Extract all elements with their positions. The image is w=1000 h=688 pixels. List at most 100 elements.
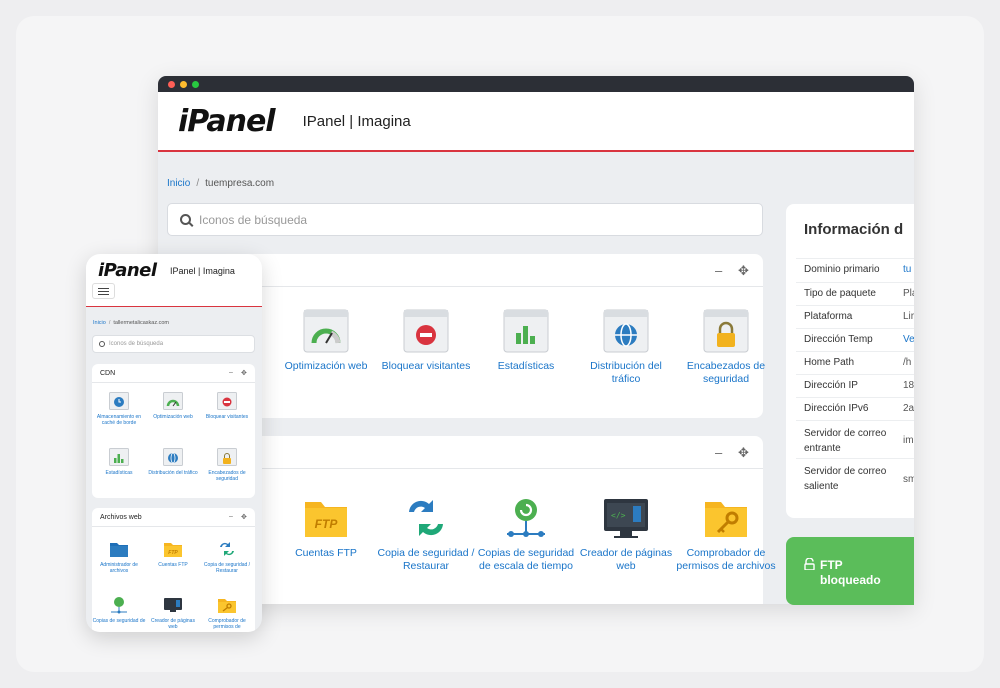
info-value: 2a bbox=[903, 403, 914, 414]
tile-timeline-backups[interactable]: Copias de seguridad de bbox=[92, 596, 146, 630]
info-value: Lir bbox=[903, 311, 914, 322]
divider bbox=[796, 397, 914, 398]
timeline-backup-icon bbox=[503, 496, 549, 540]
mobile-cdn-panel: CDN – ✥ Almacenamiento en caché de borde… bbox=[92, 364, 255, 498]
tile-security-headers[interactable]: Encabezados de seguridad bbox=[200, 448, 254, 482]
tile-label: Administrador de archivos bbox=[100, 562, 138, 574]
panel-title: Archivos web bbox=[100, 514, 142, 521]
divider bbox=[796, 420, 914, 421]
tile-label: Copias de seguridad de bbox=[92, 618, 146, 624]
tile-label: Cuentas FTP bbox=[158, 562, 188, 568]
info-label: Dirección IP bbox=[804, 380, 858, 391]
info-value[interactable]: Ve bbox=[903, 332, 914, 347]
tile-file-manager[interactable]: Administrador de archivos bbox=[92, 540, 146, 574]
tile-label: Encabezados de seguridad bbox=[208, 470, 246, 482]
globe-icon bbox=[163, 448, 183, 466]
tile-statistics[interactable]: Estadísticas bbox=[476, 309, 576, 386]
bar-chart-icon bbox=[503, 309, 549, 353]
info-label: Dominio primario bbox=[804, 264, 880, 275]
info-title: Información d bbox=[804, 221, 904, 238]
ftp-blocked-badge[interactable]: FTP bloqueado bbox=[786, 537, 914, 605]
tile-label: Creador de páginas web bbox=[579, 547, 673, 572]
info-value: im bbox=[903, 435, 914, 446]
svg-text:</>: </> bbox=[611, 511, 626, 520]
tile-ftp-accounts[interactable]: FTP Cuentas FTP bbox=[276, 496, 376, 573]
tile-statistics[interactable]: Estadísticas bbox=[92, 448, 146, 482]
tile-label: Optimización web bbox=[153, 414, 193, 420]
info-label: Dirección Temp bbox=[804, 334, 873, 345]
info-label: Home Path bbox=[804, 357, 855, 368]
maximize-dot-icon[interactable] bbox=[192, 80, 199, 88]
panel-header: Archivos web – ✥ bbox=[92, 508, 255, 527]
tile-label: Estadísticas bbox=[105, 470, 133, 476]
breadcrumb-home[interactable]: Inicio bbox=[93, 320, 106, 326]
svg-text:FTP: FTP bbox=[168, 550, 178, 556]
tile-label: Optimización web bbox=[284, 360, 368, 372]
search-icon bbox=[180, 214, 191, 225]
breadcrumb-home[interactable]: Inicio bbox=[167, 178, 190, 189]
tile-ftp-accounts[interactable]: FTP Cuentas FTP bbox=[146, 540, 200, 574]
info-value: sm bbox=[903, 474, 914, 485]
collapse-icon[interactable]: – bbox=[715, 263, 722, 278]
panel-header: CDN – ✥ bbox=[92, 364, 255, 383]
tile-file-permissions[interactable]: Comprobador de permisos de archivos bbox=[676, 496, 776, 573]
tile-label: Bloquear visitantes bbox=[381, 360, 471, 372]
collapse-icon[interactable]: – bbox=[715, 445, 722, 460]
move-icon[interactable]: ✥ bbox=[241, 513, 247, 521]
divider bbox=[796, 374, 914, 375]
bar-chart-icon bbox=[109, 448, 129, 466]
page-builder-icon: </> bbox=[603, 496, 649, 540]
tile-label: Bloquear visitantes bbox=[205, 414, 249, 420]
breadcrumb-current: tuempresa.com bbox=[205, 178, 275, 189]
tile-traffic-distribution[interactable]: Distribución del tráfico bbox=[146, 448, 200, 482]
tile-security-headers[interactable]: Encabezados de seguridad bbox=[676, 309, 776, 386]
divider bbox=[796, 282, 914, 283]
block-icon bbox=[217, 392, 237, 410]
tile-traffic-distribution[interactable]: Distribución del tráfico bbox=[576, 309, 676, 386]
info-label: Tipo de paquete bbox=[804, 288, 876, 299]
minimize-dot-icon[interactable] bbox=[180, 80, 187, 88]
info-card: Información d Dominio primario tu Tipo d… bbox=[786, 204, 914, 518]
move-icon[interactable]: ✥ bbox=[738, 445, 749, 461]
breadcrumb-separator: / bbox=[196, 178, 200, 189]
key-folder-icon bbox=[703, 496, 749, 540]
tile-edge-cache[interactable]: Almacenamiento en caché de borde bbox=[92, 392, 146, 426]
move-icon[interactable]: ✥ bbox=[738, 263, 749, 279]
panel-title: CDN bbox=[100, 370, 116, 377]
tile-backup-restore[interactable]: Copia de seguridad / Restaurar bbox=[376, 496, 476, 573]
tile-label: Comprobador de permisos de archivos bbox=[676, 547, 776, 572]
ipanel-logo[interactable]: iPanel bbox=[178, 104, 276, 139]
speedometer-icon bbox=[163, 392, 183, 410]
tile-backup-restore[interactable]: Copia de seguridad / Restaurar bbox=[200, 540, 254, 574]
move-icon[interactable]: ✥ bbox=[241, 369, 247, 377]
tile-page-builder[interactable]: Creador de páginas web bbox=[146, 596, 200, 630]
tile-web-optimization[interactable]: Optimización web bbox=[276, 309, 376, 386]
divider bbox=[796, 351, 914, 352]
collapse-icon[interactable]: – bbox=[229, 369, 233, 376]
tile-file-permissions[interactable]: Comprobador de permisos de bbox=[200, 596, 254, 630]
info-value[interactable]: tu bbox=[903, 262, 911, 277]
mobile-search-input[interactable]: Iconos de búsqueda bbox=[92, 335, 255, 353]
search-input[interactable]: Iconos de búsqueda bbox=[167, 203, 763, 236]
tile-label: Copia de seguridad / Restaurar bbox=[203, 562, 251, 574]
tile-page-builder[interactable]: </> Creador de páginas web bbox=[576, 496, 676, 573]
ftp-folder-icon: FTP bbox=[163, 540, 183, 558]
search-placeholder: Iconos de búsqueda bbox=[109, 341, 164, 347]
backup-restore-icon bbox=[217, 540, 237, 558]
app-header: iPanel IPanel | Imagina bbox=[158, 92, 914, 152]
tile-label: Copias de seguridad de escala de tiempo bbox=[477, 547, 575, 572]
info-label: Dirección IPv6 bbox=[804, 403, 869, 414]
page-builder-icon bbox=[163, 596, 183, 614]
timeline-backup-icon bbox=[109, 596, 129, 614]
tile-web-optimization[interactable]: Optimización web bbox=[146, 392, 200, 426]
breadcrumb: Inicio / tuempresa.com bbox=[167, 178, 274, 189]
tile-label: Distribución del tráfico bbox=[590, 360, 662, 385]
collapse-icon[interactable]: – bbox=[229, 513, 233, 520]
search-icon bbox=[99, 341, 105, 347]
hamburger-menu-icon[interactable] bbox=[92, 283, 115, 299]
tile-block-visitors[interactable]: Bloquear visitantes bbox=[376, 309, 476, 386]
tile-block-visitors[interactable]: Bloquear visitantes bbox=[200, 392, 254, 426]
mobile-ipanel-logo[interactable]: iPanel bbox=[98, 260, 157, 281]
tile-timeline-backups[interactable]: Copias de seguridad de escala de tiempo bbox=[476, 496, 576, 573]
close-dot-icon[interactable] bbox=[168, 80, 175, 88]
